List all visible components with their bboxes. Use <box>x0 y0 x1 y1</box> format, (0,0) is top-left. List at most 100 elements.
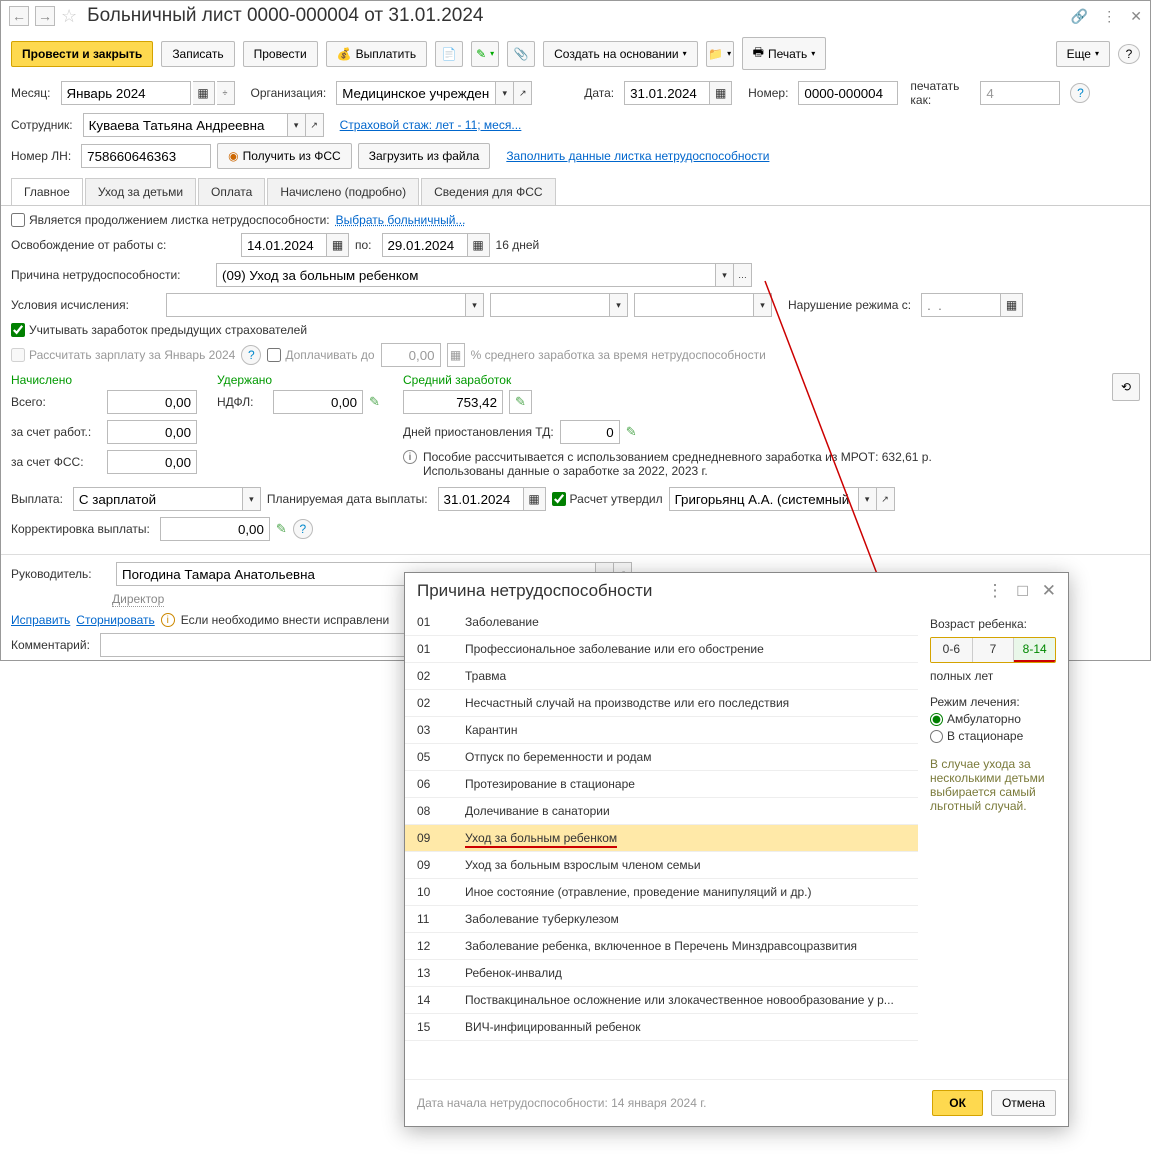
pencil-icon[interactable]: ✎ <box>626 424 637 440</box>
by-employer-input[interactable] <box>107 420 197 444</box>
link-icon[interactable]: 🔗 <box>1071 8 1088 25</box>
more-icon[interactable]: ⋮ <box>1102 8 1116 25</box>
reason-item[interactable]: 01Профессиональное заболевание или его о… <box>405 636 918 663</box>
reason-item[interactable]: 06Протезирование в стационаре <box>405 771 918 798</box>
approved-checkbox[interactable]: Расчет утвердил <box>552 492 663 506</box>
age-btn-0-6[interactable]: 0-6 <box>931 638 973 662</box>
cond1-input[interactable] <box>166 293 466 317</box>
close-icon[interactable]: ✕ <box>1042 581 1056 601</box>
fix-link[interactable]: Исправить <box>11 613 70 627</box>
payment-input[interactable] <box>73 487 243 511</box>
pencil-icon[interactable]: ✎ <box>369 394 380 410</box>
tab-main[interactable]: Главное <box>11 178 83 205</box>
cond3-input[interactable] <box>634 293 754 317</box>
open-icon[interactable]: ↗ <box>514 81 532 105</box>
total-input[interactable] <box>107 390 197 414</box>
reason-item[interactable]: 02Несчастный случай на производстве или … <box>405 690 918 717</box>
calendar-icon[interactable]: ▦ <box>193 81 215 105</box>
reason-item[interactable]: 08Долечивание в санатории <box>405 798 918 825</box>
pencil-icon[interactable]: ✎ <box>276 521 287 537</box>
dropdown-icon[interactable]: ▾ <box>243 487 261 511</box>
correction-input[interactable] <box>160 517 270 541</box>
dropdown-icon[interactable]: ▾ <box>610 293 628 317</box>
select-sick-link[interactable]: Выбрать больничный... <box>336 213 466 227</box>
date-input[interactable] <box>624 81 710 105</box>
more-button[interactable]: Еще ▾ <box>1056 41 1110 67</box>
account-prev-checkbox[interactable]: Учитывать заработок предыдущих страховат… <box>11 323 307 337</box>
radio-ambulatory[interactable]: Амбулаторно <box>930 712 1056 726</box>
get-fss-button[interactable]: ◉ Получить из ФСС <box>217 143 352 169</box>
calendar-icon[interactable]: ▦ <box>468 233 490 257</box>
reason-item[interactable]: 11Заболевание туберкулезом <box>405 906 918 933</box>
doc-icon[interactable]: 📄 <box>435 41 463 67</box>
ellipsis-icon[interactable]: … <box>734 263 752 287</box>
load-file-button[interactable]: Загрузить из файла <box>358 143 491 169</box>
help-button[interactable]: ? <box>1118 44 1140 64</box>
approved-input[interactable] <box>669 487 859 511</box>
dropdown-icon[interactable]: ▾ <box>859 487 877 511</box>
star-icon[interactable]: ☆ <box>61 6 77 27</box>
more-icon[interactable]: ⋮ <box>986 581 1003 601</box>
create-based-button[interactable]: Создать на основании ▾ <box>543 41 698 67</box>
calendar-icon[interactable]: ▦ <box>524 487 546 511</box>
calculator-icon[interactable]: ▦ <box>447 343 465 367</box>
violation-input[interactable] <box>921 293 1001 317</box>
calendar-icon[interactable]: ▦ <box>1001 293 1023 317</box>
radio-hospital[interactable]: В стационаре <box>930 729 1056 743</box>
dropdown-icon[interactable]: ▾ <box>754 293 772 317</box>
employee-input[interactable] <box>83 113 288 137</box>
help-icon[interactable]: ? <box>293 519 313 539</box>
pencil-button[interactable]: ✎ <box>509 390 532 414</box>
ndfl-input[interactable] <box>273 390 363 414</box>
help-icon[interactable]: ? <box>1070 83 1090 103</box>
number-input[interactable] <box>798 81 898 105</box>
open-icon[interactable]: ↗ <box>877 487 895 511</box>
tab-fss[interactable]: Сведения для ФСС <box>421 178 555 205</box>
ln-input[interactable] <box>81 144 211 168</box>
print-button[interactable]: 🖶 Печать ▾ <box>742 37 827 70</box>
age-btn-7[interactable]: 7 <box>973 638 1015 662</box>
refresh-button[interactable]: ⟲ <box>1112 373 1140 401</box>
dropdown-icon[interactable]: ▾ <box>716 263 734 287</box>
reason-item[interactable]: 13Ребенок-инвалид <box>405 960 918 987</box>
by-fss-input[interactable] <box>107 450 197 474</box>
reason-item[interactable]: 10Иное состояние (отравление, проведение… <box>405 879 918 906</box>
fill-link[interactable]: Заполнить данные листка нетрудоспособнос… <box>506 149 769 163</box>
reason-item[interactable]: 03Карантин <box>405 717 918 744</box>
age-btn-8-14[interactable]: 8-14 <box>1014 638 1055 662</box>
date-to-input[interactable] <box>382 233 468 257</box>
reason-item[interactable]: 14Поствакцинальное осложнение или злокач… <box>405 987 918 1014</box>
nav-forward-icon[interactable]: → <box>35 6 55 26</box>
pay-button[interactable]: 💰Выплатить <box>326 41 427 67</box>
avg-input[interactable] <box>403 390 503 414</box>
reason-item[interactable]: 02Травма <box>405 663 918 690</box>
close-icon[interactable]: ✕ <box>1130 8 1142 25</box>
record-button[interactable]: Записать <box>161 41 234 67</box>
calendar-icon[interactable]: ▦ <box>327 233 349 257</box>
ok-button[interactable]: ОК <box>932 1090 983 1116</box>
dropdown-icon[interactable]: ▾ <box>496 81 514 105</box>
calendar-icon[interactable]: ▦ <box>710 81 732 105</box>
reason-item[interactable]: 15ВИЧ-инфицированный ребенок <box>405 1014 918 1041</box>
org-input[interactable] <box>336 81 496 105</box>
folder-icon[interactable]: 📁▾ <box>706 41 734 67</box>
tab-children[interactable]: Уход за детьми <box>85 178 196 205</box>
planned-input[interactable] <box>438 487 524 511</box>
date-from-input[interactable] <box>241 233 327 257</box>
printas-input[interactable] <box>980 81 1060 105</box>
maximize-icon[interactable]: □ <box>1017 581 1027 601</box>
dropdown-icon[interactable]: ▾ <box>288 113 306 137</box>
reason-input[interactable] <box>216 263 716 287</box>
help-icon[interactable]: ? <box>241 345 261 365</box>
pencil-icon[interactable]: ✎▾ <box>471 41 499 67</box>
dropdown-icon[interactable]: ▾ <box>466 293 484 317</box>
attach-icon[interactable]: 📎 <box>507 41 535 67</box>
nav-back-icon[interactable]: ← <box>9 6 29 26</box>
post-button[interactable]: Провести <box>243 41 318 67</box>
continuation-checkbox[interactable]: Является продолжением листка нетрудоспос… <box>11 213 330 227</box>
cancel-button[interactable]: Отмена <box>991 1090 1056 1116</box>
cond2-input[interactable] <box>490 293 610 317</box>
reason-item[interactable]: 01Заболевание <box>405 609 918 636</box>
reason-item[interactable]: 12Заболевание ребенка, включенное в Пере… <box>405 933 918 960</box>
reason-item[interactable]: 09Уход за больным взрослым членом семьи <box>405 852 918 879</box>
